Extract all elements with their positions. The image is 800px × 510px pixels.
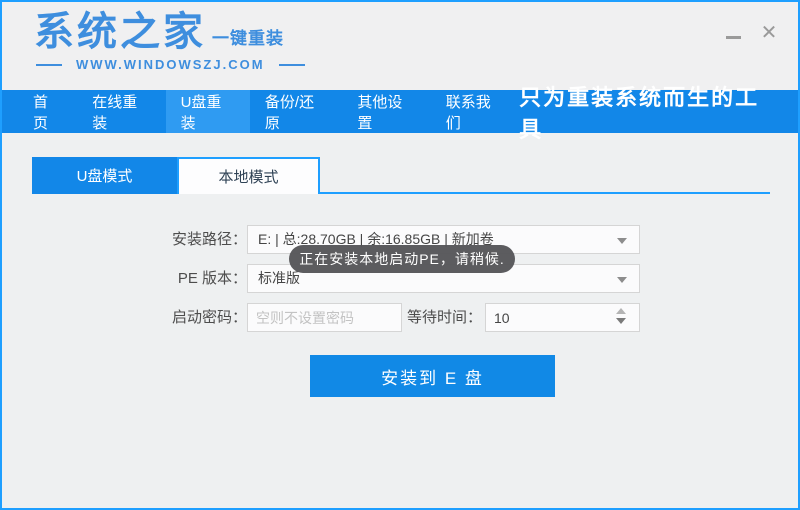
minimize-button[interactable] bbox=[722, 22, 744, 44]
spinner-down-icon bbox=[616, 318, 626, 324]
mode-tabs: U盘模式 本地模式 bbox=[32, 157, 320, 194]
nav-item-home[interactable]: 首页 bbox=[18, 90, 77, 133]
toast-message: 正在安装本地启动PE，请稍候. bbox=[299, 249, 505, 269]
wait-time-label: 等待时间： bbox=[392, 303, 482, 332]
install-path-label: 安装路径： bbox=[102, 225, 247, 254]
minimize-icon bbox=[726, 36, 741, 39]
progress-toast: 正在安装本地启动PE，请稍候. bbox=[289, 245, 515, 273]
logo-text: 系统之家 bbox=[34, 10, 206, 54]
nav-item-backup-restore[interactable]: 备份/还原 bbox=[250, 90, 342, 133]
app-window: 系统之家 一键重装 WWW.WINDOWSZJ.COM ✕ 首页 在线重装 U盘… bbox=[0, 0, 800, 510]
boot-password-input[interactable] bbox=[247, 303, 402, 332]
install-button[interactable]: 安装到 E 盘 bbox=[310, 355, 555, 397]
title-bar: 系统之家 一键重装 WWW.WINDOWSZJ.COM ✕ bbox=[2, 2, 798, 90]
nav-item-contact-us[interactable]: 联系我们 bbox=[431, 90, 519, 133]
close-button[interactable]: ✕ bbox=[758, 22, 780, 44]
nav-item-usb-reinstall[interactable]: U盘重装 bbox=[166, 90, 250, 133]
pe-version-value: 标准版 bbox=[258, 270, 300, 286]
nav-slogan: 只为重装系统而生的工具 bbox=[519, 90, 798, 133]
decorative-dash bbox=[279, 64, 305, 66]
logo-subtitle: 一键重装 bbox=[212, 24, 284, 49]
tab-local-mode[interactable]: 本地模式 bbox=[177, 157, 320, 194]
chevron-down-icon bbox=[617, 238, 627, 244]
website-url: WWW.WINDOWSZJ.COM bbox=[76, 57, 265, 72]
chevron-down-icon bbox=[617, 277, 627, 283]
spinner-up-icon bbox=[616, 308, 626, 314]
boot-password-label: 启动密码： bbox=[102, 303, 247, 332]
pe-version-label: PE 版本： bbox=[102, 264, 247, 293]
decorative-dash bbox=[36, 64, 62, 66]
close-icon: ✕ bbox=[761, 22, 778, 44]
tab-usb-mode[interactable]: U盘模式 bbox=[32, 157, 177, 194]
nav-item-online-reinstall[interactable]: 在线重装 bbox=[77, 90, 165, 133]
main-nav: 首页 在线重装 U盘重装 备份/还原 其他设置 联系我们 只为重装系统而生的工具 bbox=[2, 90, 798, 133]
tab-underline bbox=[320, 192, 770, 194]
nav-item-other-settings[interactable]: 其他设置 bbox=[342, 90, 430, 133]
app-logo: 系统之家 一键重装 WWW.WINDOWSZJ.COM bbox=[34, 10, 305, 72]
wait-time-stepper[interactable] bbox=[614, 307, 628, 329]
